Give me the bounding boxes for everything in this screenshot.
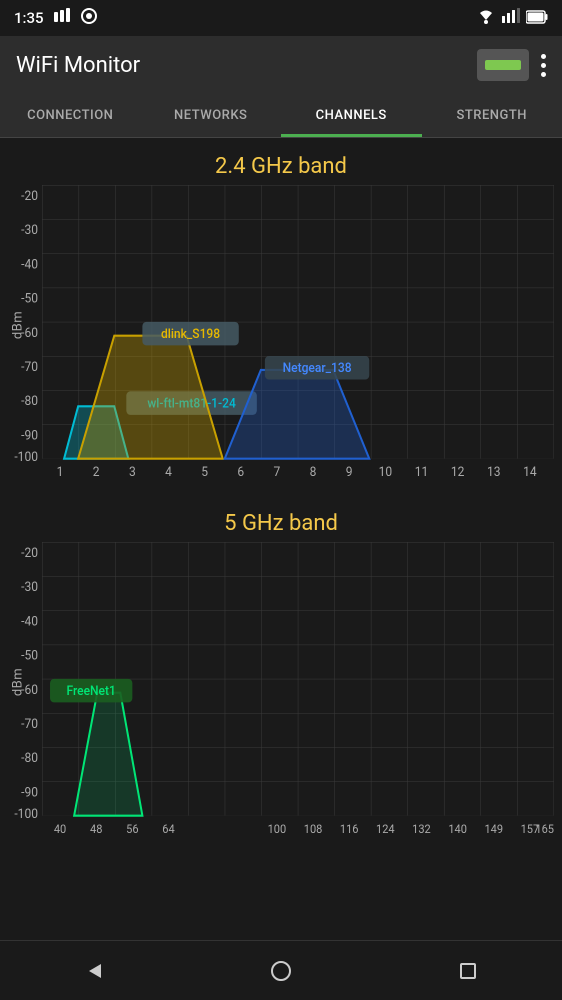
svg-text:108: 108 xyxy=(304,821,323,835)
app-bar-actions xyxy=(477,49,546,81)
svg-text:116: 116 xyxy=(340,821,359,835)
svg-text:-90: -90 xyxy=(21,785,38,800)
svg-text:-50: -50 xyxy=(21,648,38,663)
wifi-indicator[interactable] xyxy=(477,49,529,81)
svg-text:8: 8 xyxy=(310,464,317,479)
app-bar: WiFi Monitor xyxy=(0,36,562,94)
tab-connection[interactable]: CONNECTION xyxy=(0,94,141,137)
svg-text:13: 13 xyxy=(487,464,501,479)
y-axis-label-24: dBm xyxy=(11,310,26,338)
recents-button[interactable] xyxy=(448,951,488,991)
svg-text:dlink_S198: dlink_S198 xyxy=(161,327,220,342)
svg-text:14: 14 xyxy=(523,464,537,479)
svg-text:56: 56 xyxy=(126,821,138,835)
monitor-icon xyxy=(80,8,98,28)
battery-icon xyxy=(526,9,548,28)
svg-text:2: 2 xyxy=(93,464,100,479)
status-bar: 1:35 xyxy=(0,0,562,36)
band-5ghz-section: 5 GHz band dBm -20 -30 -40 -50 -60 -70 -… xyxy=(0,495,562,852)
svg-text:5: 5 xyxy=(201,464,208,479)
status-right xyxy=(476,8,548,28)
svg-text:3: 3 xyxy=(129,464,136,479)
band-5ghz-title: 5 GHz band xyxy=(0,495,562,542)
svg-text:-90: -90 xyxy=(21,428,38,443)
svg-text:Netgear_138: Netgear_138 xyxy=(283,361,352,376)
svg-text:10: 10 xyxy=(379,464,393,479)
wifi-icon xyxy=(476,8,496,28)
svg-text:-30: -30 xyxy=(21,580,38,595)
svg-text:-80: -80 xyxy=(21,394,38,409)
svg-text:4: 4 xyxy=(165,464,172,479)
home-button[interactable] xyxy=(261,951,301,991)
signal-bars-icon xyxy=(502,8,520,28)
svg-text:1: 1 xyxy=(57,464,64,479)
svg-text:9: 9 xyxy=(346,464,353,479)
chart-24ghz: -20 -30 -40 -50 -60 -70 -80 -90 -100 wl-… xyxy=(42,185,554,495)
svg-text:140: 140 xyxy=(448,821,467,835)
wifi-status-icon xyxy=(52,8,72,28)
tab-networks[interactable]: NETWORKS xyxy=(141,94,282,137)
svg-text:-20: -20 xyxy=(21,189,38,204)
svg-text:-70: -70 xyxy=(21,717,38,732)
status-left: 1:35 xyxy=(14,8,98,28)
bottom-nav xyxy=(0,940,562,1000)
status-time: 1:35 xyxy=(14,9,44,27)
tabs: CONNECTION NETWORKS CHANNELS STRENGTH xyxy=(0,94,562,138)
svg-text:132: 132 xyxy=(412,821,431,835)
svg-text:100: 100 xyxy=(268,821,287,835)
svg-text:6: 6 xyxy=(237,464,244,479)
svg-text:124: 124 xyxy=(376,821,395,835)
svg-text:-100: -100 xyxy=(14,449,38,464)
back-button[interactable] xyxy=(74,951,114,991)
svg-text:149: 149 xyxy=(484,821,503,835)
more-options-icon[interactable] xyxy=(541,54,546,77)
app-title: WiFi Monitor xyxy=(16,53,140,78)
svg-text:11: 11 xyxy=(415,464,429,479)
svg-text:FreeNet1: FreeNet1 xyxy=(67,684,116,699)
wifi-strength-bar xyxy=(485,60,521,70)
y-axis-label-5: dBm xyxy=(11,667,26,695)
svg-text:7: 7 xyxy=(274,464,281,479)
tab-channels[interactable]: CHANNELS xyxy=(281,94,422,137)
chart-5ghz: -20 -30 -40 -50 -60 -70 -80 -90 -100 Fre… xyxy=(42,542,554,852)
band-24ghz-title: 2.4 GHz band xyxy=(0,138,562,185)
svg-text:-40: -40 xyxy=(21,614,38,629)
tab-strength[interactable]: STRENGTH xyxy=(422,94,562,137)
svg-text:12: 12 xyxy=(451,464,465,479)
svg-text:-70: -70 xyxy=(21,360,38,375)
svg-text:48: 48 xyxy=(90,821,102,835)
band-24ghz-section: 2.4 GHz band dBm -20 -30 -40 -50 -60 -70… xyxy=(0,138,562,495)
svg-text:-20: -20 xyxy=(21,546,38,561)
svg-text:64: 64 xyxy=(162,821,175,835)
svg-text:-50: -50 xyxy=(21,291,38,306)
svg-text:-30: -30 xyxy=(21,223,38,238)
svg-text:165: 165 xyxy=(535,821,554,835)
svg-text:40: 40 xyxy=(54,821,66,835)
svg-text:-40: -40 xyxy=(21,257,38,272)
svg-text:-80: -80 xyxy=(21,751,38,766)
svg-text:-100: -100 xyxy=(14,806,38,821)
